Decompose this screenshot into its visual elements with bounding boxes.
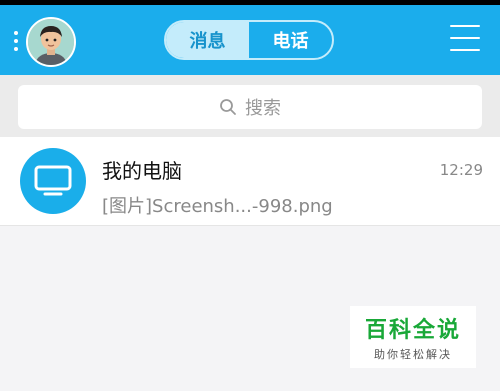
more-dots-icon[interactable] — [14, 31, 18, 55]
search-placeholder: 搜索 — [245, 98, 281, 119]
tab-messages[interactable]: 消息 — [166, 22, 249, 58]
menu-icon[interactable] — [450, 25, 480, 57]
tab-phone[interactable]: 电话 — [249, 22, 332, 58]
search-bar-area: 搜索 — [0, 75, 500, 137]
app-header: 消息 电话 — [0, 5, 500, 75]
monitor-icon — [20, 148, 86, 214]
conversation-preview: [图片]Screensh...-998.png — [102, 196, 333, 217]
conversation-time: 12:29 — [439, 161, 483, 179]
search-icon — [220, 99, 236, 115]
conversation-title: 我的电脑 — [102, 159, 182, 183]
avatar[interactable] — [26, 17, 76, 67]
avatar-image — [28, 19, 74, 65]
watermark-logo: 百科全说 助你轻松解决 — [350, 306, 476, 368]
message-phone-switch: 消息 电话 — [164, 20, 334, 60]
conversation-row[interactable]: 我的电脑 12:29 [图片]Screensh...-998.png — [0, 137, 500, 226]
watermark-subtitle: 助你轻松解决 — [374, 348, 452, 361]
watermark-title: 百科全说 — [364, 318, 461, 343]
search-input[interactable]: 搜索 — [18, 85, 482, 129]
